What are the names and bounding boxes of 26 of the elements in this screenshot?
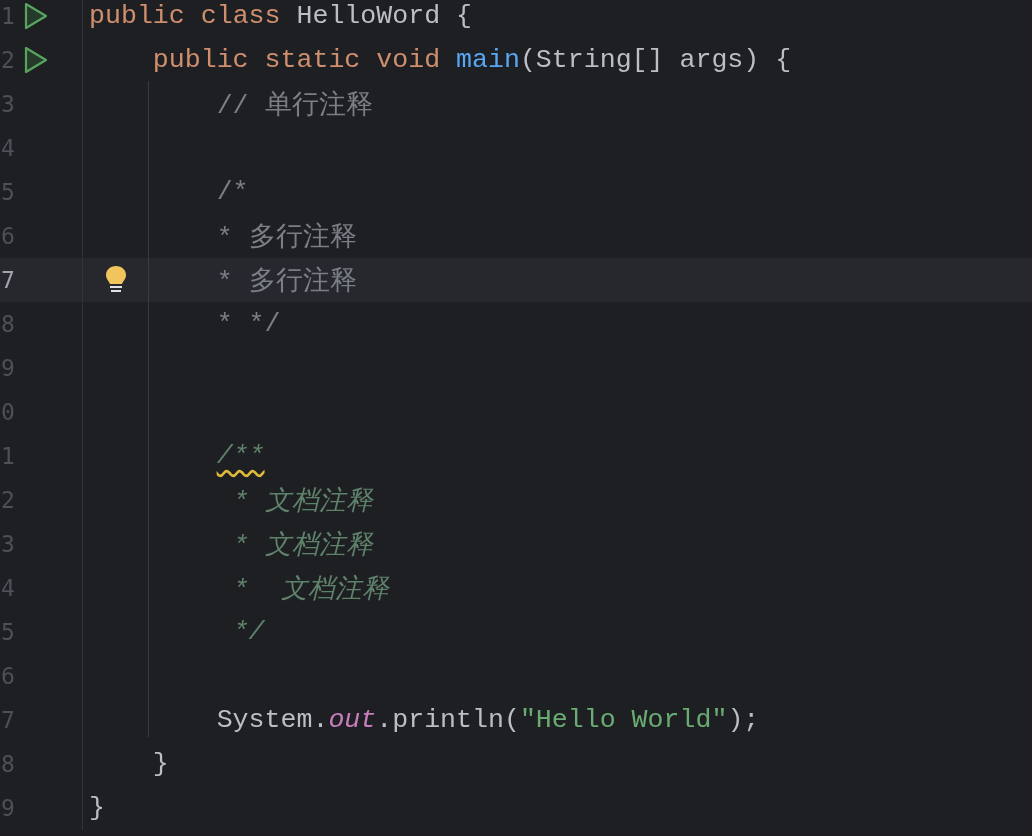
doc-comment-text: * 文档注释 — [232, 485, 373, 518]
keyword-text: public static void — [152, 45, 442, 75]
string-literal: "Hello World" — [519, 705, 728, 735]
doc-comment-text: */ — [232, 617, 265, 647]
code-text: .println( — [376, 705, 520, 735]
lightbulb-icon[interactable] — [105, 265, 127, 295]
line-number: 7 — [1, 267, 15, 293]
code-text: HelloWord { — [296, 1, 473, 31]
keyword-text: public class — [89, 1, 282, 31]
doc-comment-text: * 文档注释 — [232, 573, 389, 606]
comment-text: /* — [216, 177, 249, 207]
code-text: System. — [216, 705, 329, 735]
field-name: out — [328, 705, 377, 735]
doc-comment-text: * 文档注释 — [232, 529, 373, 562]
doc-comment-warning: /** — [216, 441, 265, 471]
code-text: } — [152, 749, 169, 779]
comment-text: // 单行注释 — [216, 89, 373, 122]
comment-text: * */ — [216, 309, 281, 339]
code-text: ); — [727, 705, 760, 735]
run-icon[interactable] — [23, 2, 49, 30]
run-icon[interactable] — [23, 46, 49, 74]
comment-text: * 多行注释 — [216, 265, 357, 298]
comment-text: * 多行注释 — [216, 221, 357, 254]
method-name: main — [456, 45, 520, 75]
code-text: (String[] args) { — [519, 45, 792, 75]
code-text: } — [89, 793, 105, 823]
